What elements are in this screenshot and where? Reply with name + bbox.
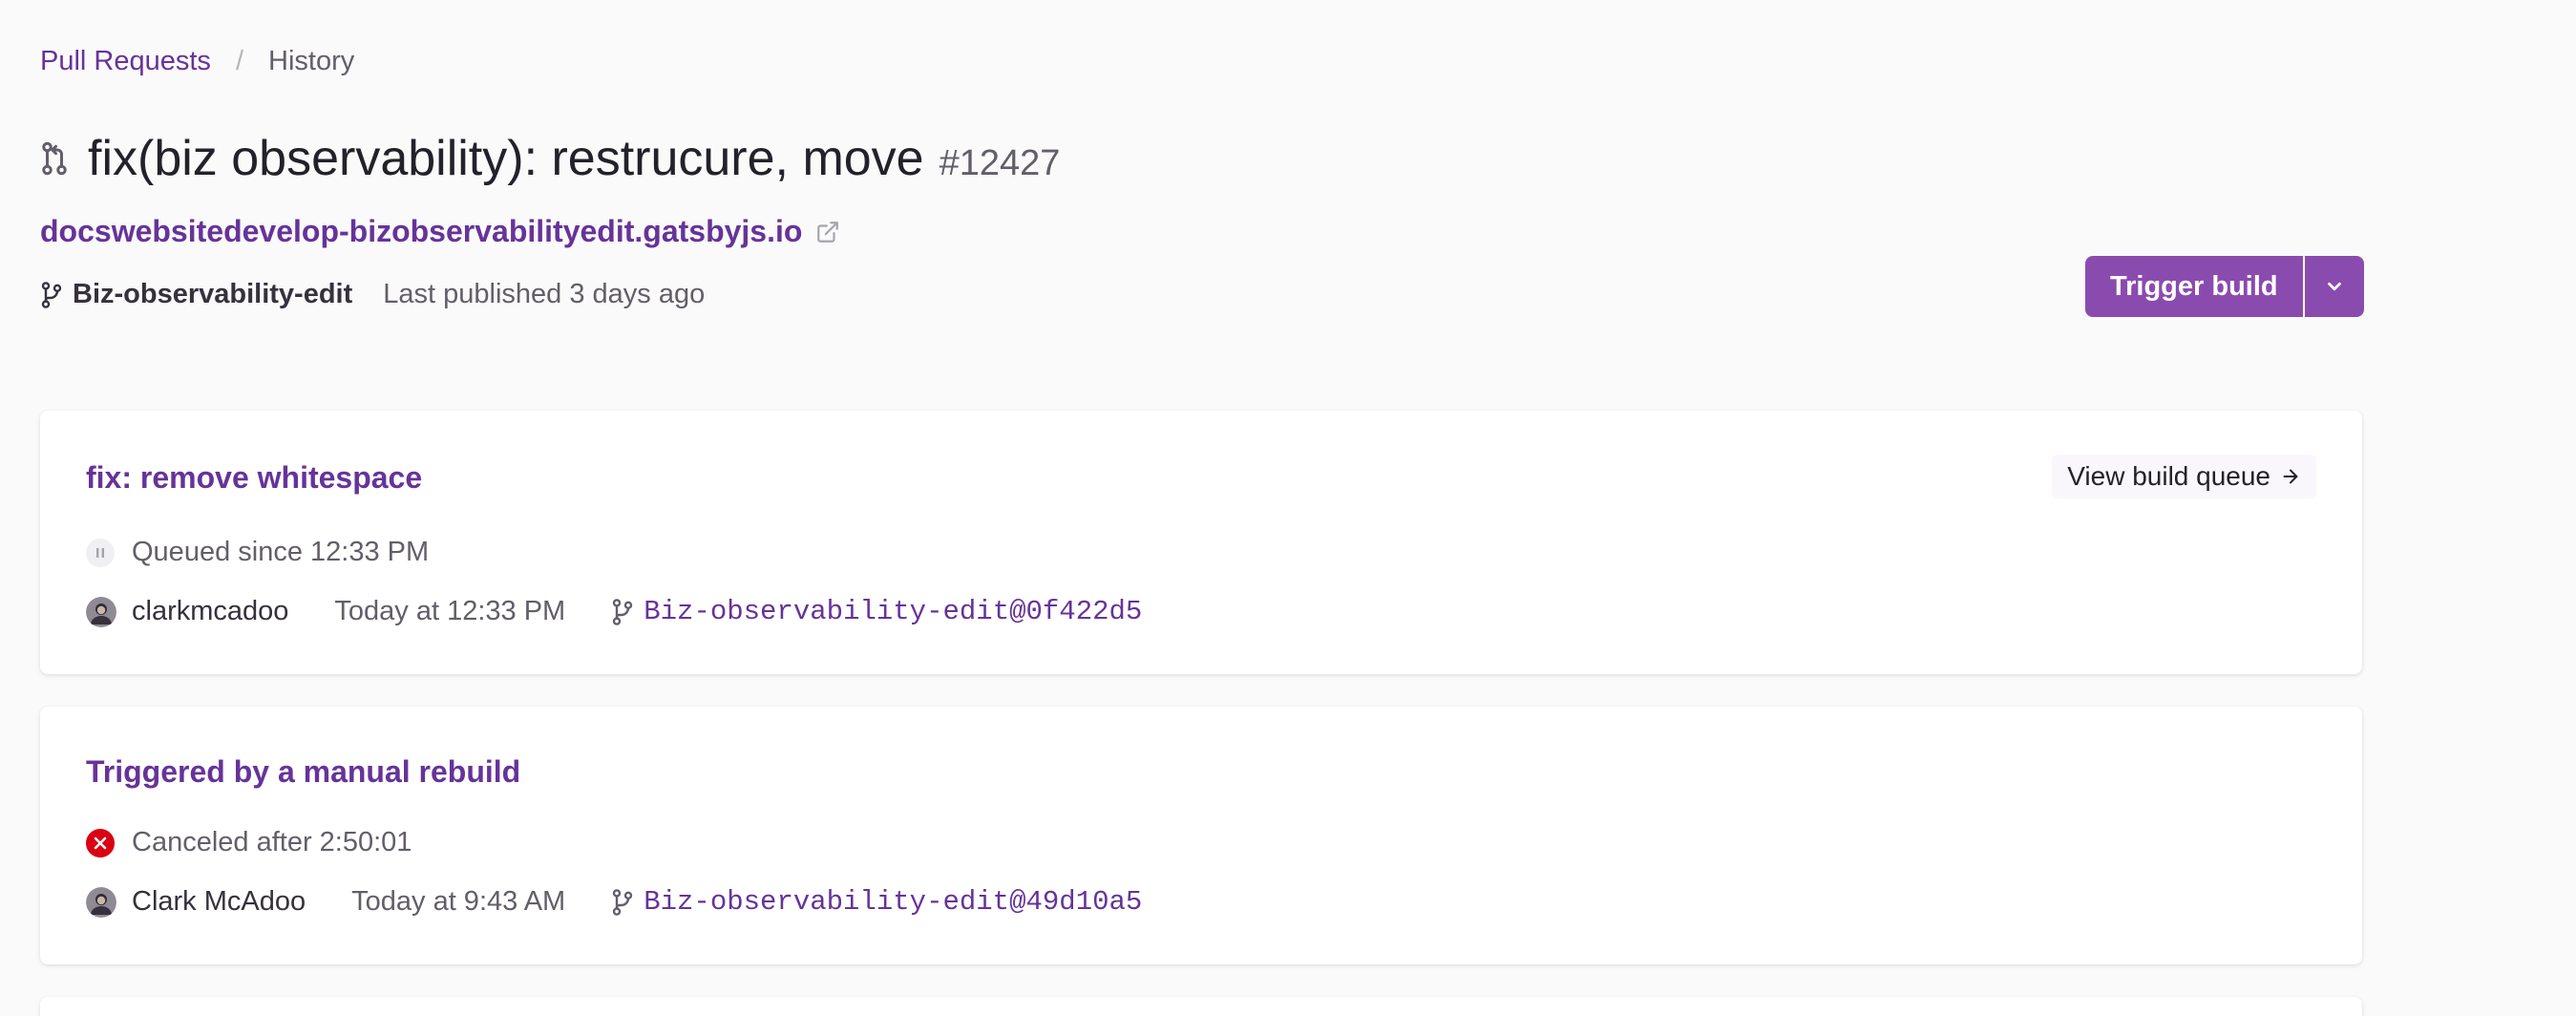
build-author: Clark McAdoo bbox=[132, 886, 306, 917]
build-title[interactable]: fix: remove whitespace bbox=[86, 460, 422, 496]
build-time: Today at 9:43 AM bbox=[351, 886, 566, 917]
breadcrumb: Pull Requests / History bbox=[40, 46, 354, 77]
build-status-text: Queued since 12:33 PM bbox=[132, 537, 430, 567]
build-title[interactable]: Triggered by a manual rebuild bbox=[86, 754, 520, 790]
trigger-build-group: Trigger build bbox=[2085, 256, 2364, 317]
breadcrumb-separator: / bbox=[235, 46, 243, 76]
build-time: Today at 12:33 PM bbox=[334, 596, 566, 626]
external-link-icon[interactable] bbox=[815, 220, 840, 244]
build-card: Triggered by a manual rebuild Canceled a… bbox=[40, 707, 2362, 964]
git-branch-icon bbox=[613, 888, 633, 916]
build-status: Canceled after 2:50:01 bbox=[86, 827, 412, 858]
arrow-right-icon bbox=[2283, 469, 2298, 484]
git-branch-icon bbox=[613, 598, 633, 625]
chevron-down-icon bbox=[2327, 282, 2341, 291]
build-status: Queued since 12:33 PM bbox=[86, 537, 429, 568]
page-title: fix(biz observability): restrucure, move bbox=[88, 131, 924, 186]
preview-url-link[interactable]: docswebsitedevelop-bizobservabilityedit.… bbox=[40, 214, 802, 249]
pull-request-number: #12427 bbox=[939, 143, 1061, 183]
build-status-text: Canceled after 2:50:01 bbox=[132, 827, 412, 857]
build-card bbox=[40, 997, 2362, 1016]
preview-url-row: docswebsitedevelop-bizobservabilityedit.… bbox=[40, 214, 840, 249]
branch-name: Biz-observability-edit bbox=[73, 279, 353, 309]
x-circle-icon bbox=[86, 828, 115, 857]
breadcrumb-current: History bbox=[268, 46, 355, 76]
build-info-row: clarkmcadoo Today at 12:33 PM Biz-observ… bbox=[86, 596, 1142, 627]
view-build-queue-label: View build queue bbox=[2067, 461, 2270, 491]
git-branch-icon bbox=[41, 281, 62, 308]
breadcrumb-pull-requests[interactable]: Pull Requests bbox=[40, 46, 211, 77]
build-history-page: Pull Requests / History fix(biz observab… bbox=[0, 0, 2576, 1016]
build-author: clarkmcadoo bbox=[132, 596, 289, 626]
build-card: fix: remove whitespace View build queue … bbox=[40, 411, 2362, 674]
avatar bbox=[86, 596, 116, 627]
build-commit-link[interactable]: Biz-observability-edit@49d10a5 bbox=[644, 886, 1142, 918]
last-published-text: Last published 3 days ago bbox=[383, 279, 706, 309]
view-build-queue-button[interactable]: View build queue bbox=[2052, 455, 2316, 498]
pull-request-icon bbox=[42, 141, 67, 176]
branch-meta-row: Biz-observability-edit Last published 3 … bbox=[40, 279, 705, 310]
avatar bbox=[86, 886, 116, 918]
pause-icon bbox=[86, 538, 115, 567]
build-commit-link[interactable]: Biz-observability-edit@0f422d5 bbox=[644, 596, 1142, 627]
page-title-row: fix(biz observability): restrucure, move… bbox=[40, 130, 1060, 187]
build-info-row: Clark McAdoo Today at 9:43 AM Biz-observ… bbox=[86, 886, 1142, 918]
trigger-build-dropdown-button[interactable] bbox=[2302, 256, 2364, 317]
trigger-build-button[interactable]: Trigger build bbox=[2085, 256, 2303, 317]
